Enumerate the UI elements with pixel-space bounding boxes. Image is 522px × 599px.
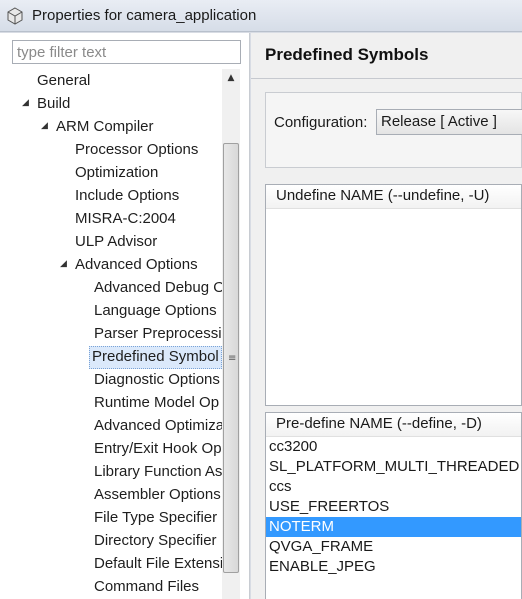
list-item[interactable]: USE_FREERTOS [266,497,521,517]
list-item[interactable]: ccs [266,477,521,497]
tree-item-entry-exit-hook[interactable]: Entry/Exit Hook Op [92,438,222,461]
list-item[interactable]: ENABLE_JPEG [266,557,521,577]
tree-item-ulp-advisor[interactable]: ULP Advisor [73,231,159,254]
tree-item-assembler-options[interactable]: Assembler Options [92,484,222,507]
tree-item-processor-options[interactable]: Processor Options [73,139,200,162]
page-title: Predefined Symbols [265,45,429,64]
tree-item-diagnostic-options[interactable]: Diagnostic Options [92,369,222,392]
window-title: Properties for camera_application [32,7,257,24]
tree-item-advanced-optimizations[interactable]: Advanced Optimiza [92,415,222,438]
tree-item-build[interactable]: Build [35,93,72,116]
tree-item-predefined-symbols[interactable]: Predefined Symbol [89,346,222,369]
tree-item-general[interactable]: General [35,70,92,93]
title-divider [251,78,522,79]
tree-item-advanced-options[interactable]: Advanced Options [73,254,200,277]
tree-item-command-files[interactable]: Command Files [92,576,201,599]
tree-item-runtime-model[interactable]: Runtime Model Op [92,392,221,415]
title-bar: Properties for camera_application [0,0,522,32]
tree-item-language-options[interactable]: Language Options [92,300,219,323]
configuration-select[interactable]: Release [ Active ] [376,109,522,135]
tree-scrollbar[interactable]: ▲ ≡ [222,69,240,599]
properties-window-icon [7,7,23,25]
tree-item-misra[interactable]: MISRA-C:2004 [73,208,178,231]
filter-input[interactable] [12,40,241,64]
list-item[interactable]: SL_PLATFORM_MULTI_THREADED [266,457,521,477]
tree-item-default-file-extensions[interactable]: Default File Extensi [92,553,222,576]
configuration-label: Configuration: [274,114,368,131]
navigation-pane: General ◢ Build ◢ ARM Compiler Processor… [0,33,250,599]
tree-item-directory-specifier[interactable]: Directory Specifier [92,530,219,553]
scroll-up-arrow-icon[interactable]: ▲ [222,69,240,87]
list-item[interactable]: cc3200 [266,437,521,457]
tree-item-file-type-specifier[interactable]: File Type Specifier [92,507,219,530]
tree-item-include-options[interactable]: Include Options [73,185,181,208]
predefine-list[interactable]: Pre-define NAME (--define, -D) cc3200 SL… [265,412,522,599]
tree-item-arm-compiler[interactable]: ARM Compiler [54,116,156,139]
expanded-triangle-icon[interactable]: ◢ [60,260,69,269]
predefine-list-header: Pre-define NAME (--define, -D) [266,413,521,437]
property-page: Predefined Symbols Configuration: Releas… [251,33,522,599]
tree-item-optimization[interactable]: Optimization [73,162,160,185]
list-item-selected[interactable]: NOTERM [266,517,521,537]
scrollbar-thumb[interactable]: ≡ [223,143,239,573]
grip-icon: ≡ [228,353,237,364]
tree-item-advanced-debug[interactable]: Advanced Debug O [92,277,222,300]
configuration-group: Configuration: Release [ Active ] [265,92,522,168]
tree-item-parser-preprocessing[interactable]: Parser Preprocessin [92,323,222,346]
expanded-triangle-icon[interactable]: ◢ [22,99,31,108]
list-item[interactable]: QVGA_FRAME [266,537,521,557]
property-tree: General ◢ Build ◢ ARM Compiler Processor… [0,69,222,599]
undefine-list-header: Undefine NAME (--undefine, -U) [266,185,521,209]
expanded-triangle-icon[interactable]: ◢ [41,122,50,131]
tree-item-library-function[interactable]: Library Function As [92,461,222,484]
undefine-list[interactable]: Undefine NAME (--undefine, -U) [265,184,522,406]
